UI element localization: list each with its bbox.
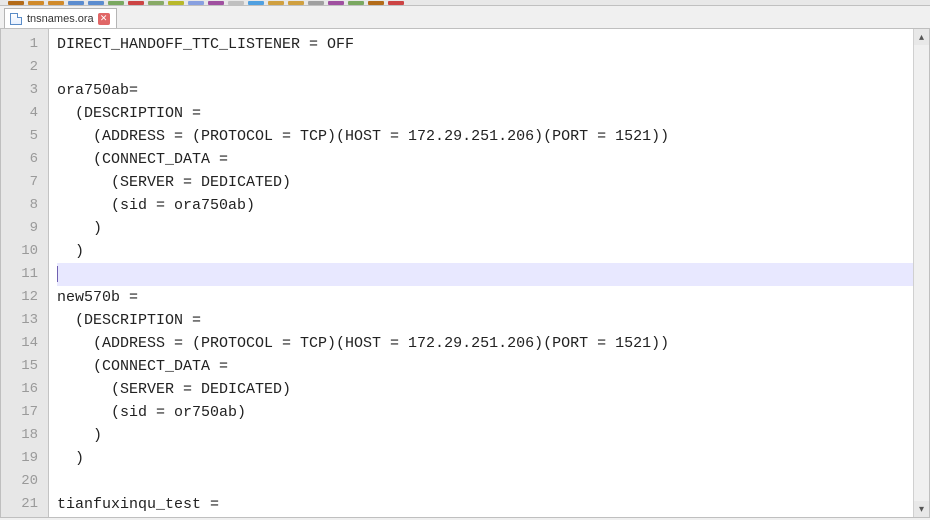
close-icon[interactable]: ✕ [98, 13, 110, 25]
code-line[interactable] [57, 263, 913, 286]
toolbar-button[interactable] [28, 1, 44, 5]
code-line[interactable]: (sid = or750ab) [57, 401, 913, 424]
line-number: 10 [1, 240, 48, 263]
code-line[interactable] [57, 470, 913, 493]
toolbar-button[interactable] [248, 1, 264, 5]
toolbar-button[interactable] [228, 1, 244, 5]
toolbar-button[interactable] [208, 1, 224, 5]
code-line[interactable] [57, 56, 913, 79]
editor: 123456789101112131415161718192021 DIRECT… [0, 28, 930, 518]
toolbar-button[interactable] [328, 1, 344, 5]
line-number: 7 [1, 171, 48, 194]
line-number: 11 [1, 263, 48, 286]
code-line[interactable]: ) [57, 424, 913, 447]
tab-bar: tnsnames.ora ✕ [0, 6, 930, 28]
line-number: 16 [1, 378, 48, 401]
code-line[interactable]: (DESCRIPTION = [57, 102, 913, 125]
line-number: 3 [1, 79, 48, 102]
code-line[interactable]: (SERVER = DEDICATED) [57, 378, 913, 401]
code-line[interactable]: (SERVER = DEDICATED) [57, 171, 913, 194]
line-number: 13 [1, 309, 48, 332]
tab-tnsnames[interactable]: tnsnames.ora ✕ [4, 8, 117, 28]
code-line[interactable]: (sid = ora750ab) [57, 194, 913, 217]
code-line[interactable]: tianfuxinqu_test = [57, 493, 913, 516]
toolbar-button[interactable] [268, 1, 284, 5]
code-line[interactable]: (CONNECT_DATA = [57, 148, 913, 171]
code-line[interactable]: new570b = [57, 286, 913, 309]
scroll-down-button[interactable]: ▾ [914, 501, 929, 517]
line-number-gutter: 123456789101112131415161718192021 [1, 29, 49, 517]
text-cursor [57, 266, 58, 282]
line-number: 15 [1, 355, 48, 378]
code-line[interactable]: (DESCRIPTION = [57, 309, 913, 332]
toolbar-button[interactable] [348, 1, 364, 5]
file-icon [9, 12, 23, 26]
toolbar-button[interactable] [308, 1, 324, 5]
code-line[interactable]: ) [57, 447, 913, 470]
toolbar-button[interactable] [368, 1, 384, 5]
line-number: 2 [1, 56, 48, 79]
line-number: 5 [1, 125, 48, 148]
code-line[interactable]: (ADDRESS = (PROTOCOL = TCP)(HOST = 172.2… [57, 332, 913, 355]
code-line[interactable]: ) [57, 217, 913, 240]
toolbar-button[interactable] [108, 1, 124, 5]
toolbar-button[interactable] [88, 1, 104, 5]
code-line[interactable]: (ADDRESS = (PROTOCOL = TCP)(HOST = 172.2… [57, 125, 913, 148]
toolbar-button[interactable] [148, 1, 164, 5]
toolbar-button[interactable] [8, 1, 24, 5]
line-number: 1 [1, 33, 48, 56]
line-number: 14 [1, 332, 48, 355]
toolbar-button[interactable] [168, 1, 184, 5]
scroll-up-button[interactable]: ▴ [914, 29, 929, 45]
line-number: 19 [1, 447, 48, 470]
code-line[interactable]: (CONNECT_DATA = [57, 355, 913, 378]
toolbar-button[interactable] [388, 1, 404, 5]
vertical-scrollbar[interactable]: ▴ ▾ [913, 29, 929, 517]
tab-label: tnsnames.ora [27, 13, 94, 25]
line-number: 6 [1, 148, 48, 171]
toolbar-button[interactable] [128, 1, 144, 5]
line-number: 8 [1, 194, 48, 217]
code-line[interactable]: ora750ab= [57, 79, 913, 102]
line-number: 20 [1, 470, 48, 493]
toolbar-button[interactable] [48, 1, 64, 5]
code-line[interactable]: ) [57, 240, 913, 263]
line-number: 12 [1, 286, 48, 309]
code-line[interactable]: DIRECT_HANDOFF_TTC_LISTENER = OFF [57, 33, 913, 56]
line-number: 4 [1, 102, 48, 125]
toolbar-button[interactable] [188, 1, 204, 5]
line-number: 9 [1, 217, 48, 240]
line-number: 17 [1, 401, 48, 424]
code-area[interactable]: DIRECT_HANDOFF_TTC_LISTENER = OFF ora750a… [49, 29, 913, 517]
line-number: 18 [1, 424, 48, 447]
line-number: 21 [1, 493, 48, 516]
toolbar-button[interactable] [68, 1, 84, 5]
toolbar-button[interactable] [288, 1, 304, 5]
